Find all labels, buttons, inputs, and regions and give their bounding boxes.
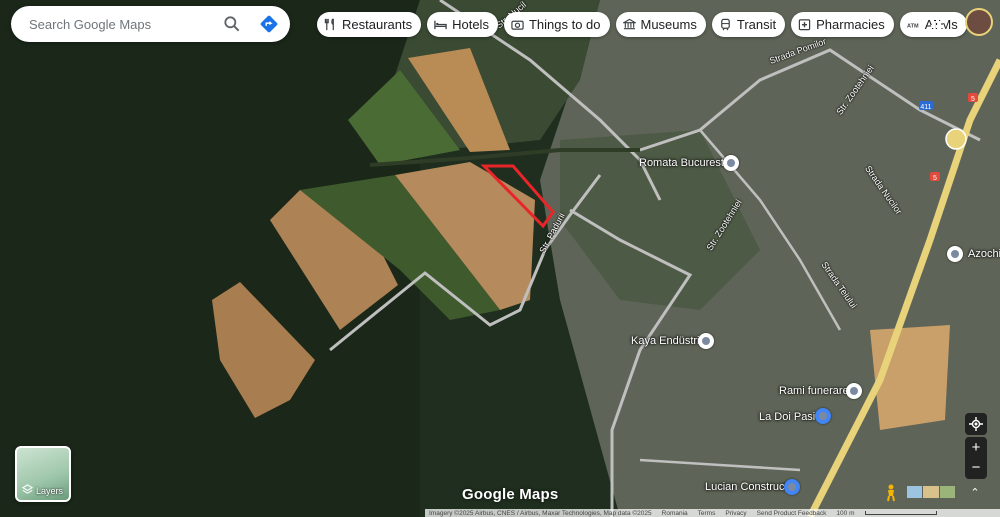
my-location-button[interactable] [965,413,987,435]
chip-things-to-do[interactable]: Things to do [503,12,610,37]
satellite-map[interactable]: 411 5 5 [0,0,1000,517]
chip-label: Pharmacies [816,17,885,32]
place-pin-icon[interactable] [723,155,739,171]
fork-knife-icon [324,18,334,31]
route-shield-5a: 5 [971,96,975,103]
chip-label: Hotels [452,17,489,32]
feedback-link[interactable]: Send Product Feedback [757,510,827,517]
search-bar[interactable]: Search Google Maps [11,6,290,42]
train-icon [721,18,730,31]
zoom-controls: + − [965,437,987,479]
atm-icon: ATM [907,23,919,29]
layers-icon [22,484,33,494]
attribution-bar: Imagery ©2025 Airbus, CNES / Airbus, Max… [425,509,1000,517]
pegman-icon[interactable] [884,484,898,502]
search-input[interactable]: Search Google Maps [29,17,222,32]
chip-hotels[interactable]: Hotels [427,12,498,37]
place-label[interactable]: Romata Bucuresti [639,157,726,169]
route-shield-5b: 5 [933,175,937,182]
pharmacy-icon [798,19,811,31]
imagery-attribution: Imagery ©2025 Airbus, CNES / Airbus, Max… [429,509,652,517]
bed-icon [434,20,447,30]
chip-label: Transit [736,17,777,32]
search-icon[interactable] [222,14,242,34]
chip-restaurants[interactable]: Restaurants [317,12,422,37]
country-link[interactable]: Romania [662,510,688,517]
place-label[interactable]: Lucian Construct [705,481,788,493]
svg-text:ATM: ATM [907,23,919,29]
google-maps-logo: Google Maps [462,486,559,503]
zoom-in-button[interactable]: + [972,438,981,458]
expand-icon[interactable]: ⌃ [968,486,982,500]
scale-label[interactable]: 100 m [836,510,854,517]
route-shield-411: 411 [920,104,931,111]
zoom-out-button[interactable]: − [972,458,981,478]
imagery-thumbnails[interactable] [907,486,955,498]
chip-label: Restaurants [342,17,413,32]
place-label[interactable]: Rami funerare [779,385,849,397]
museum-icon [622,18,636,30]
chip-transit[interactable]: Transit [711,12,786,37]
chip-museums[interactable]: Museums [615,12,706,37]
directions-icon[interactable] [258,13,280,35]
place-pin-icon[interactable] [784,479,800,495]
category-chips: Restaurants Hotels Things to do Museums … [317,12,967,37]
chip-label: Things to do [528,17,601,32]
camera-icon [511,20,524,30]
chip-label: Museums [640,17,697,32]
privacy-link[interactable]: Privacy [725,510,746,517]
layers-button[interactable]: Layers [15,446,71,502]
place-pin-icon[interactable] [947,246,963,262]
place-label[interactable]: La Doi Pasi [759,411,815,423]
layers-label: Layers [36,486,64,496]
my-location-icon [969,417,983,431]
scale-bar [864,511,937,515]
place-pin-icon[interactable] [846,383,862,399]
terms-link[interactable]: Terms [698,510,716,517]
place-pin-icon[interactable] [698,333,714,349]
place-label[interactable]: Azochi [968,248,1000,260]
avatar[interactable] [965,8,993,36]
chip-pharmacies[interactable]: Pharmacies [791,12,894,37]
apps-grid-icon[interactable] [931,14,945,28]
place-pin-icon[interactable] [815,408,831,424]
place-label[interactable]: Kaya Endüstri [631,335,699,347]
